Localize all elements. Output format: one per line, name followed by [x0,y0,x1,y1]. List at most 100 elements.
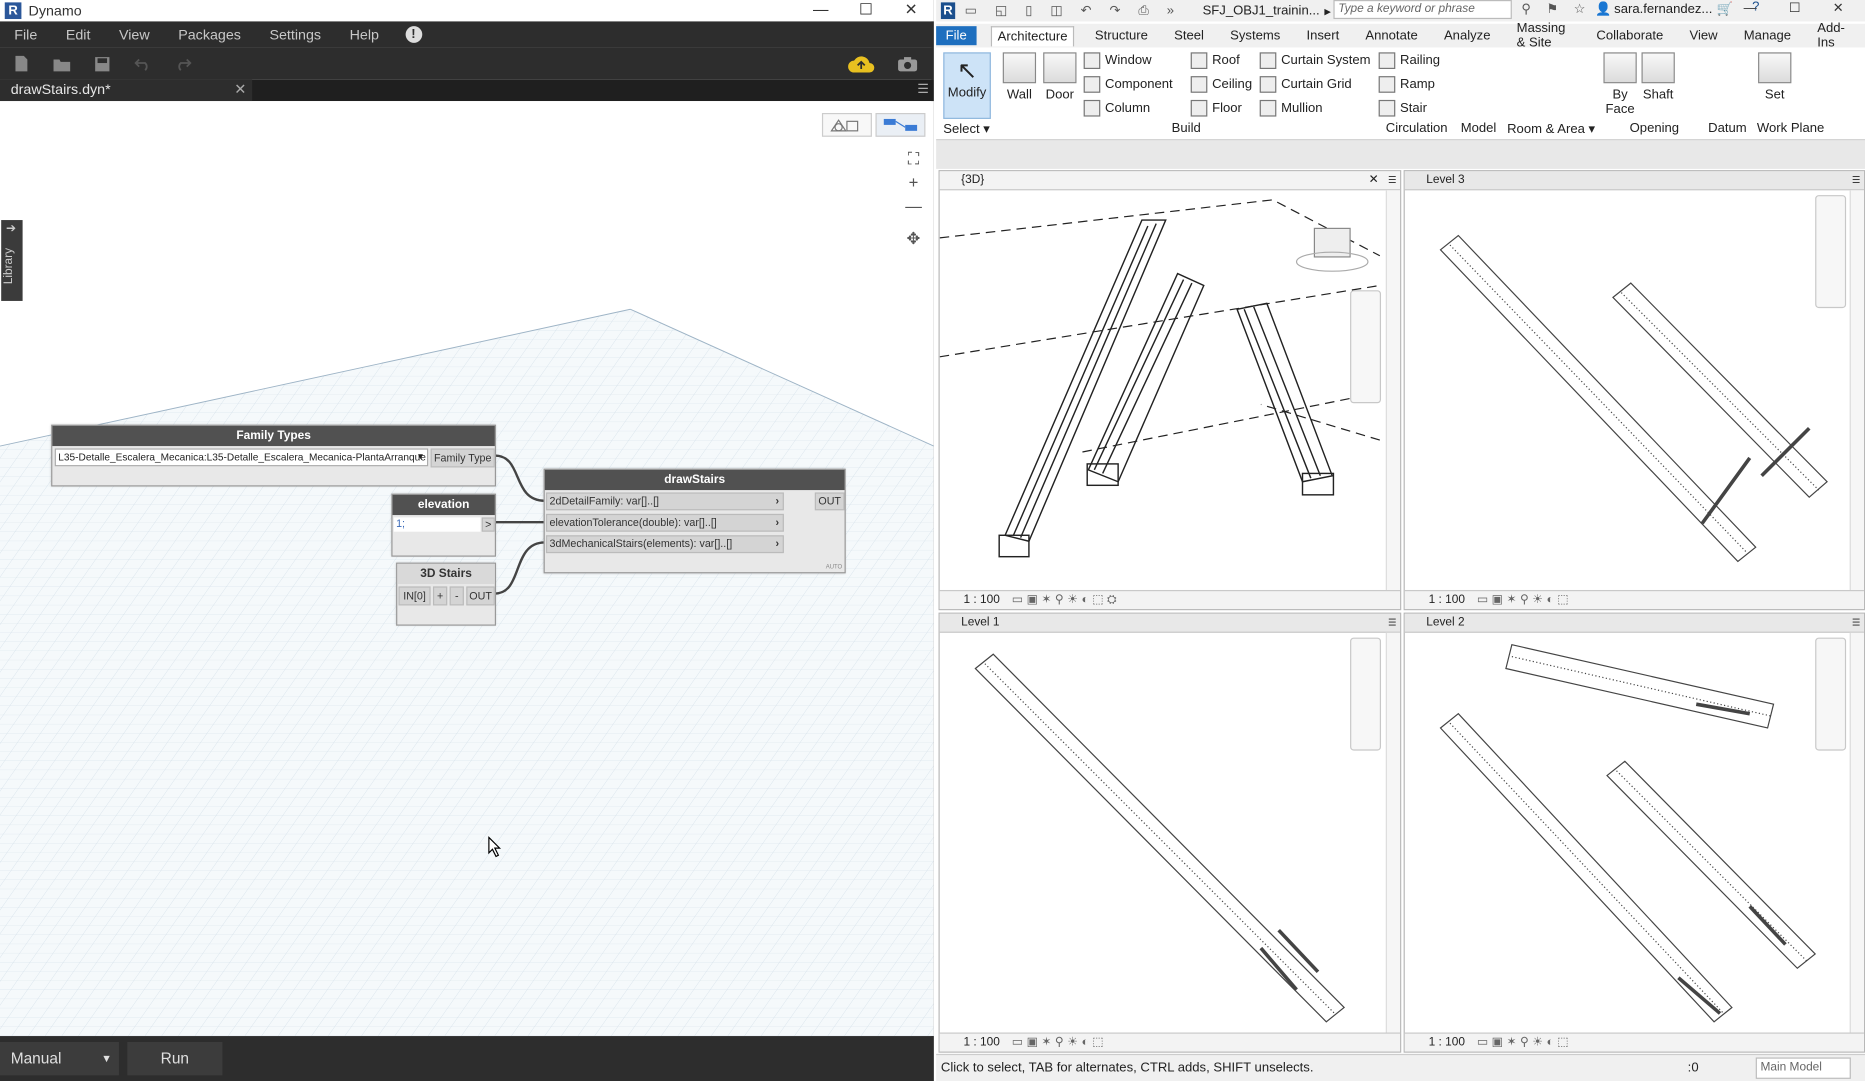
zoom-in-icon[interactable]: + [900,170,926,194]
view-scale[interactable]: 1 : 100 [1429,1036,1465,1049]
zoom-fit-icon[interactable]: ⛶ [900,146,926,170]
family-type-dropdown[interactable]: L35-Detalle_Escalera_Mecanica:L35-Detall… [54,448,429,467]
graph-view-toggle[interactable] [875,113,926,137]
menu-edit[interactable]: Edit [66,26,91,43]
library-panel-toggle[interactable]: ➔ Library [1,220,23,301]
door-button[interactable]: Door [1041,52,1079,102]
add-input-button[interactable]: + [432,586,448,606]
room-area-panel-label[interactable]: Room & Area ▾ [1507,121,1595,137]
node-elevation-tolerance[interactable]: elevation tolerance 1; > [391,493,497,557]
view-scale[interactable]: 1 : 100 [963,594,999,607]
tab-systems[interactable]: Systems [1224,26,1286,45]
tab-insert[interactable]: Insert [1301,26,1346,45]
view-menu-icon[interactable]: ☰ [1388,171,1397,189]
view-level-1[interactable]: Level 1 ☰ 1 : 100 ▭▣✶⚲☀◐⬚ [938,612,1402,1053]
user-icon[interactable]: 👤 [1595,1,1611,16]
curtain-grid-button[interactable]: Curtain Grid [1259,76,1352,93]
stair-button[interactable]: Stair [1378,99,1427,117]
viewcube-icon[interactable] [1295,227,1369,272]
tab-structure[interactable]: Structure [1089,26,1154,45]
cloud-upload-icon[interactable] [846,53,877,74]
code-block-input[interactable]: 1; [393,517,481,532]
node-drawstairs[interactable]: drawStairs 2dDetailFamily: var[]..[] › e… [543,468,846,574]
tab-steel[interactable]: Steel [1168,26,1210,45]
roof-button[interactable]: Roof [1190,52,1240,69]
shaft-button[interactable]: Shaft [1640,52,1676,102]
pan-icon[interactable]: ✥ [900,226,926,250]
view-level-3-scrollbar[interactable] [1849,190,1864,590]
mullion-button[interactable]: Mullion [1259,99,1323,117]
tab-close-icon[interactable]: ✕ [234,80,246,100]
window-controls[interactable]: — ☐ ✕ [1744,0,1858,15]
tab-manage[interactable]: Manage [1738,26,1797,45]
menu-file[interactable]: File [14,26,37,43]
output-port[interactable]: > [481,517,495,532]
cart-icon[interactable]: 🛒 [1716,1,1732,16]
revit-app-icon[interactable]: R [940,2,956,20]
menu-settings[interactable]: Settings [269,26,321,43]
view-level-2-scrollbar[interactable] [1849,632,1864,1033]
camera-icon[interactable] [896,53,920,74]
geometry-view-toggle[interactable] [821,113,872,137]
tab-drawstairs[interactable]: drawStairs.dyn* ✕ [0,79,253,102]
view-3d[interactable]: {3D} ✕ ☰ 1 : 100 ▭▣✶⚲☀◐⬚⛭ [938,170,1402,611]
save-icon[interactable] [92,53,113,74]
main-model-dropdown[interactable]: Main Model [1755,1057,1851,1079]
ramp-button[interactable]: Ramp [1378,76,1435,93]
menu-packages[interactable]: Packages [178,26,241,43]
tab-file[interactable]: File [936,26,977,46]
input-port-2d-detail-family[interactable]: 2dDetailFamily: var[]..[] › [545,492,784,511]
component-button[interactable]: Component [1083,76,1173,93]
view-menu-icon[interactable]: ☰ [1852,614,1861,632]
keyword-search-input[interactable]: Type a keyword or phrase [1333,0,1512,20]
modify-button[interactable]: ↖ Modify [943,52,991,119]
zoom-out-icon[interactable]: — [900,194,926,218]
undo-icon[interactable] [132,53,153,74]
select-panel-label[interactable]: Select ▾ [943,121,990,137]
view-menu-icon[interactable]: ☰ [1852,171,1861,189]
graph-canvas[interactable]: ➔ Library ⛶ + — ✥ Family Types L35-Detal… [0,101,934,1037]
tab-analyze[interactable]: Analyze [1438,26,1496,45]
maximize-button[interactable]: ☐ [843,0,888,21]
ceiling-button[interactable]: Ceiling [1190,76,1252,93]
view-level-1-scrollbar[interactable] [1385,632,1401,1033]
output-port-out[interactable]: OUT [466,586,495,606]
column-button[interactable]: Column [1083,99,1150,117]
tab-view[interactable]: View [1684,26,1724,45]
close-button[interactable]: ✕ [889,0,934,21]
navigation-bar[interactable] [1350,290,1382,404]
new-file-icon[interactable] [11,53,32,74]
output-port-family-type[interactable]: Family Type [430,448,495,468]
tab-architecture[interactable]: Architecture [990,25,1075,46]
run-button[interactable]: Run [127,1042,223,1076]
node-family-types[interactable]: Family Types L35-Detalle_Escalera_Mecani… [51,424,497,487]
minimize-button[interactable]: — [798,0,843,21]
view-menu-icon[interactable]: ☰ [1388,614,1397,632]
view-control-icons[interactable]: ▭▣✶⚲☀◐⬚⛭ [1012,594,1120,607]
remove-input-button[interactable]: - [449,586,464,606]
window-button[interactable]: Window [1083,52,1152,69]
input-port-elevation-tolerance[interactable]: elevationTolerance(double): var[]..[] › [545,513,784,532]
input-port-3d-mechanical-stairs[interactable]: 3dMechanicalStairs(elements): var[]..[] … [545,535,784,554]
wall-button[interactable]: Wall [1000,52,1038,102]
menu-view[interactable]: View [119,26,150,43]
view-control-icons[interactable]: ▭▣✶⚲☀◐⬚ [1012,1036,1107,1049]
view-level-3[interactable]: Level 3 ☰ 1 : 100 ▭▣✶⚲☀◐⬚ [1403,170,1865,611]
view-close-icon[interactable]: ✕ [1369,171,1379,189]
menu-help[interactable]: Help [350,26,379,43]
navigation-bar[interactable] [1815,637,1847,751]
redo-icon[interactable] [172,53,193,74]
view-control-icons[interactable]: ▭▣✶⚲☀◐⬚ [1477,594,1572,607]
input-port-in0[interactable]: IN[0] [398,586,431,606]
navigation-bar[interactable] [1815,195,1847,309]
curtain-system-button[interactable]: Curtain System [1259,52,1371,69]
navigation-bar[interactable] [1350,637,1382,751]
by-face-button[interactable]: By Face [1602,52,1638,117]
view-scale[interactable]: 1 : 100 [963,1036,999,1049]
view-scale[interactable]: 1 : 100 [1429,594,1465,607]
quick-access-icons[interactable]: ▭ ◱ ▯ ◫ ↶ ↷ ⎙ » [965,2,1181,19]
tab-annotate[interactable]: Annotate [1359,26,1423,45]
floor-button[interactable]: Floor [1190,99,1242,117]
node-3d-stairs[interactable]: 3D Stairs IN[0] + - OUT [396,562,497,626]
view-3d-scrollbar[interactable] [1385,190,1401,590]
